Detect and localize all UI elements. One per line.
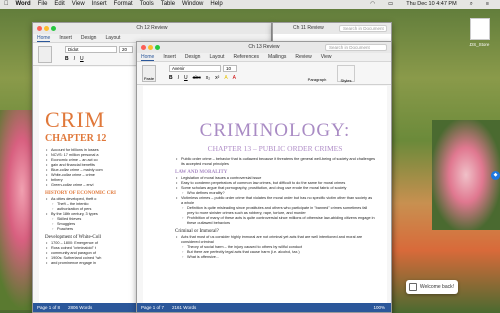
spotlight-icon[interactable]: ⌕ [470,0,473,9]
menu-window[interactable]: Window [182,0,203,9]
word-count[interactable]: 2806 Words [68,303,92,312]
zoom-level[interactable]: 100% [373,303,385,312]
tab-design[interactable]: Design [185,53,201,61]
italic-button[interactable]: I [178,75,179,81]
section-heading: Criminal or Immoral? [175,229,219,234]
paragraph-button[interactable]: Paragraph [307,65,327,82]
bullet-list: Acts that most of us consider highly imm… [175,235,375,260]
search-input[interactable]: Search in Document [339,25,387,32]
paste-button[interactable] [38,46,52,63]
tab-design[interactable]: Design [81,34,97,42]
titlebar[interactable]: Ch 11 Review Search in Document [273,23,391,34]
apple-icon[interactable]:  [4,0,9,9]
font-color-icon[interactable]: A [233,75,236,81]
menu-bar:  Word File Edit View Insert Format Tool… [0,0,500,9]
bullet-list: Legislation of moral issues a controvers… [175,176,375,226]
menu-table[interactable]: Table [161,0,175,9]
highlight-icon[interactable]: A [224,75,227,81]
bold-button[interactable]: B [169,75,173,81]
ribbon: Paste Avenir 10 B I Uabc x₂ x² A A Paragraph S… [137,62,391,85]
underline-button[interactable]: U [80,56,84,62]
list-item: Definition is quite misleading since pro… [175,206,375,216]
tab-home[interactable]: Home [37,34,51,42]
list-item: Public order crime – behavior that is ou… [175,157,375,167]
menu-tools[interactable]: Tools [140,0,154,9]
titlebar[interactable]: Ch 12 Review [33,23,271,34]
underline-button[interactable]: U [184,75,188,81]
size-select[interactable]: 10 [223,65,237,72]
paste-button[interactable]: Paste [142,65,156,82]
window-ch13[interactable]: Ch 13 Review Search in Document Home Ins… [136,41,392,313]
titlebar[interactable]: Ch 13 Review Search in Document [137,42,391,53]
welcome-toast[interactable]: Welcome back! [406,280,458,294]
welcome-text: Welcome back! [419,284,454,290]
menu-view[interactable]: View [72,0,85,9]
tab-references[interactable]: References [233,53,259,61]
menu-help[interactable]: Help [210,0,222,9]
dropbox-icon[interactable]: ◆ [491,171,500,180]
italic-button[interactable]: I [74,56,75,62]
notifications-icon[interactable]: ≡ [486,0,489,9]
wifi-icon[interactable]: ◠ [370,0,375,9]
bullet-list: Public order crime – behavior that is ou… [175,157,375,167]
strikethrough-button[interactable]: abc [193,75,201,81]
tab-view[interactable]: View [321,53,332,61]
clock[interactable]: Thu Dec 10 4:47 PM [406,0,456,9]
subscript-button[interactable]: x₂ [206,75,210,81]
menu-app[interactable]: Word [16,0,31,9]
file-icon[interactable] [470,18,490,40]
menu-insert[interactable]: Insert [92,0,107,9]
document-page[interactable]: CRIMINOLOGY: CHAPTER 13 – PUBLIC ORDER C… [143,86,387,305]
list-item: Prohibition of many of these acts is qui… [175,216,375,226]
status-bar: Page 1 of 7 2161 Words 100% [137,303,391,312]
tab-mailings[interactable]: Mailings [268,53,286,61]
menu-edit[interactable]: Edit [54,0,64,9]
desktop-file-label[interactable]: .DS_Store [459,42,499,47]
doc-title: CRIMINOLOGY: [199,120,351,141]
menu-file[interactable]: File [38,0,48,9]
word-count[interactable]: 2161 Words [172,303,196,312]
bold-button[interactable]: B [65,56,69,62]
menu-format[interactable]: Format [114,0,133,9]
font-select[interactable]: Avenir [169,65,221,72]
list-item: What is offensive... [175,255,375,260]
ribbon-tabs: Home Insert Design Layout References Mai… [137,53,391,62]
font-select[interactable]: Didot [65,46,117,53]
superscript-button[interactable]: x² [215,75,219,81]
tab-home[interactable]: Home [141,53,155,61]
window-title: Ch 12 Review [136,25,168,31]
tab-layout[interactable]: Layout [209,53,224,61]
size-select[interactable]: 20 [119,46,133,53]
page-count[interactable]: Page 1 of 7 [141,303,164,312]
list-item: Acts that most of us consider highly imm… [175,235,375,245]
tab-review[interactable]: Review [295,53,311,61]
section-heading: LAW AND MORALITY [175,170,228,175]
tab-insert[interactable]: Insert [163,53,176,61]
styles-button[interactable]: Styles [337,65,355,83]
tab-layout[interactable]: Layout [105,34,120,42]
page-count[interactable]: Page 1 of 8 [37,303,60,312]
search-input[interactable]: Search in Document [325,44,387,51]
list-item: Victimless crimes – public order crime t… [175,196,375,206]
battery-icon[interactable]: ▭ [388,0,393,9]
message-icon [409,283,417,291]
wallpaper-flower-right [432,120,500,230]
tab-insert[interactable]: Insert [59,34,72,42]
doc-subtitle: CHAPTER 13 – PUBLIC ORDER CRIMES [207,144,343,153]
